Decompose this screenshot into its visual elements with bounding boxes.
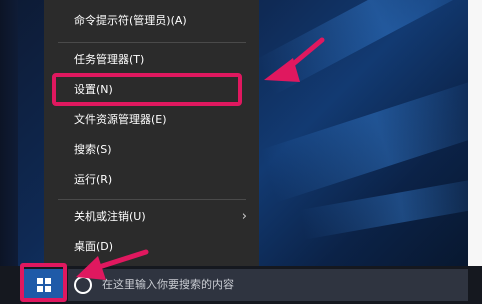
pink-arrow-icon [264, 37, 325, 82]
pink-arrow-icon [76, 249, 149, 280]
annotation-layer [76, 37, 325, 280]
